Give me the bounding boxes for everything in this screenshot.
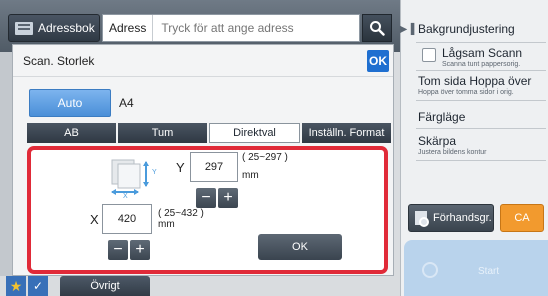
y-minus-button[interactable]: − [196,188,216,208]
clear-all-button[interactable]: CA [500,204,544,232]
tab-inch[interactable]: Tum [118,123,207,143]
preview-icon [415,211,429,227]
rp-item-subtitle: Hoppa över tomma sidor i orig. [418,89,514,96]
icon-y-letter: Y [152,169,157,176]
checkmark-icon: ✓ [32,279,44,293]
check-button[interactable]: ✓ [28,276,48,296]
star-icon: ★ [9,277,23,294]
x-range: ( 25~432 ) [158,208,204,219]
screen: Adressbok Adress ▶▐ Bakgrundjustering Lå… [0,0,548,296]
divider [416,128,546,129]
rp-item-subtitle: Scanna tunt pappersorig. [442,61,521,68]
start-button[interactable]: Start [404,240,548,296]
y-unit: mm [242,170,259,181]
favorite-button[interactable]: ★ [6,276,26,296]
y-value-input[interactable]: 297 [190,152,238,182]
rp-item-blank-page-skip[interactable]: Tom sida Hoppa över Hoppa över tomma sid… [418,74,544,97]
auto-size-value: A4 [119,96,134,110]
rp-item-low-speed-scan[interactable]: Lågsam Scann Scanna tunt pappersorig. [442,46,546,69]
dialog-ok-button[interactable]: OK [367,50,389,72]
rp-item-title: Lågsam Scann [442,46,523,60]
address-field[interactable]: Adress [102,14,360,42]
divider [416,100,546,101]
x-minus-button[interactable]: − [108,240,128,260]
address-input[interactable] [153,21,354,35]
tab-ab[interactable]: AB [27,123,116,143]
address-book-icon [15,21,33,35]
rp-item-subtitle: Justera bildens kontur [418,149,487,156]
rp-item-color-mode[interactable]: Färgläge [418,110,544,124]
preview-button[interactable]: Förhandsgr. [408,204,494,232]
start-label: Start [478,266,500,277]
x-value-input[interactable]: 420 [102,204,152,234]
icon-x-letter: X [123,193,128,198]
start-icon [422,262,438,278]
address-label: Adress [103,15,154,41]
address-book-label: Adressbok [38,21,95,35]
other-button[interactable]: Övrigt [60,276,150,296]
size-tabs: AB Tum Direktval Inställn. Format [27,123,391,143]
preview-label: Förhandsgr. [433,212,492,224]
search-button[interactable] [362,14,392,42]
tab-direct-entry[interactable]: Direktval [209,123,300,143]
divider [416,70,546,71]
dialog-header: Scan. Storlek OK [13,45,393,77]
y-range: ( 25~297 ) [242,152,288,163]
x-plus-button[interactable]: + [130,240,150,260]
rp-item-title: Färgläge [418,110,466,124]
rp-item-title: Bakgrundjustering [418,22,515,36]
low-speed-scan-checkbox[interactable] [422,48,436,62]
y-label: Y [176,160,185,175]
rp-item-background[interactable]: Bakgrundjustering [418,22,544,36]
rp-item-title: Tom sida Hoppa över [418,74,532,88]
search-icon [370,21,385,36]
divider [416,160,546,161]
address-book-button[interactable]: Adressbok [8,14,100,42]
tab-custom-format[interactable]: Inställn. Format [302,123,391,143]
y-plus-button[interactable]: + [218,188,238,208]
rp-item-sharpness[interactable]: Skärpa Justera bildens kontur [418,134,544,157]
collapse-arrow-icon[interactable]: ▶▐ [400,22,415,36]
rp-item-title: Skärpa [418,134,457,148]
x-label: X [90,212,99,227]
dialog-title: Scan. Storlek [23,54,95,68]
x-unit: mm [158,219,175,230]
left-edge [0,52,12,276]
divider [416,42,546,43]
auto-button[interactable]: Auto [29,89,111,117]
ok-button[interactable]: OK [258,234,342,260]
paper-size-icon: Y X [111,159,157,198]
